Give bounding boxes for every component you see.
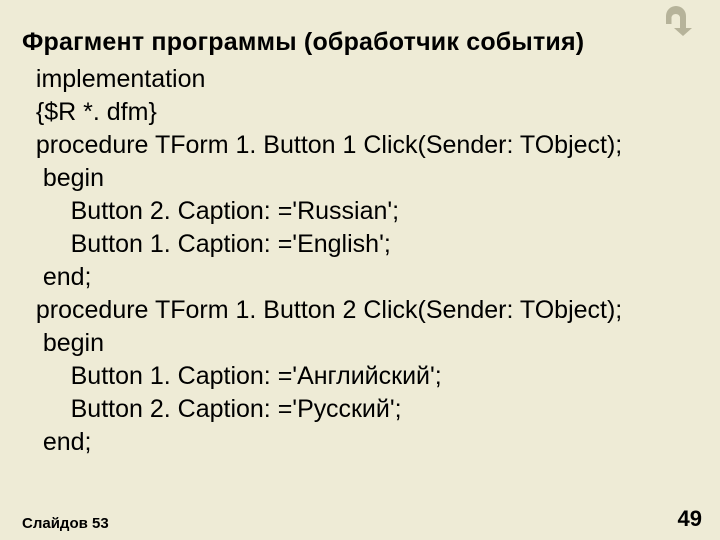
- page-number: 49: [678, 506, 702, 532]
- footer: Слайдов 53 49: [22, 506, 702, 532]
- slide-title: Фрагмент программы (обработчик события): [22, 28, 700, 57]
- slide: Фрагмент программы (обработчик события) …: [0, 0, 720, 540]
- slide-count: Слайдов 53: [22, 515, 109, 532]
- return-icon[interactable]: [656, 6, 696, 41]
- code-block: implementation {$R *. dfm} procedure TFo…: [22, 63, 700, 459]
